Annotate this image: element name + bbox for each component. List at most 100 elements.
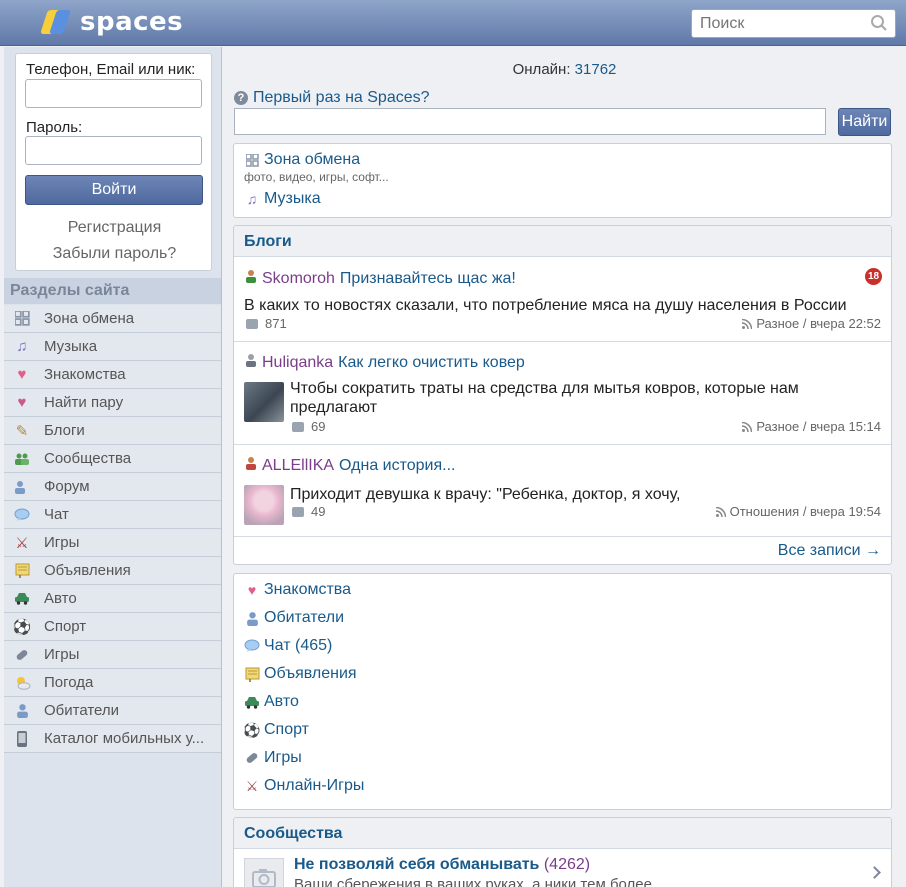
post-meta: Разное / вчера 22:52 xyxy=(742,316,881,331)
post-thumbnail[interactable] xyxy=(244,485,284,525)
sidebar-item-label: Блоги xyxy=(44,422,85,439)
grid-icon xyxy=(244,152,260,168)
section-link[interactable]: Игры xyxy=(244,749,302,767)
logo-mark-icon xyxy=(40,9,72,35)
main-search-input[interactable] xyxy=(234,108,826,135)
find-button[interactable]: Найти xyxy=(838,108,891,136)
community-name: Не позволяй себя обманывать (4262) xyxy=(294,856,590,874)
gamepad-icon xyxy=(13,646,31,664)
post-author[interactable]: ALLEllIKA xyxy=(262,457,334,475)
first-time-link[interactable]: ? Первый раз на Spaces? xyxy=(234,89,430,107)
login-field[interactable] xyxy=(25,79,202,108)
login-button[interactable]: Войти xyxy=(25,175,203,205)
sidebar-item[interactable]: Зона обмена xyxy=(4,305,221,333)
sidebar-item[interactable]: Сообщества xyxy=(4,445,221,473)
sidebar-item[interactable]: ⚽ Спорт xyxy=(4,613,221,641)
comment-icon xyxy=(292,506,304,517)
password-field[interactable] xyxy=(25,136,202,165)
sidebar-item-label: Объявления xyxy=(44,562,131,579)
user-icon xyxy=(244,353,260,372)
community-name-text[interactable]: Не позволяй себя обманывать xyxy=(294,856,539,873)
sidebar-item[interactable]: Обитатели xyxy=(4,697,221,725)
sidebar-item[interactable]: Авто xyxy=(4,585,221,613)
online-count[interactable]: 31762 xyxy=(575,61,617,78)
comment-count[interactable]: 49 xyxy=(292,504,325,519)
sidebar-item[interactable]: Чат xyxy=(4,501,221,529)
blog-post[interactable]: Huliqanka Как легко очистить ковер Чтобы… xyxy=(234,342,891,445)
spaces-logo[interactable]: spaces xyxy=(40,6,183,38)
section-link[interactable]: Обитатели xyxy=(244,609,344,627)
sidebar-item[interactable]: ♫ Музыка xyxy=(4,333,221,361)
search-icon[interactable] xyxy=(870,14,888,32)
grid-icon xyxy=(13,310,31,328)
section-link-label: Онлайн-Игры xyxy=(264,777,365,794)
exchange-card: Зона обмена фото, видео, игры, софт... ♫… xyxy=(233,143,892,218)
sidebar-item-label: Погода xyxy=(44,674,94,691)
crossed-swords-icon: ⚔ xyxy=(245,777,259,794)
sidebar-item[interactable]: Форум xyxy=(4,473,221,501)
post-meta: Разное / вчера 15:14 xyxy=(742,419,881,434)
sidebar-item[interactable]: ✎ Блоги xyxy=(4,417,221,445)
sidebar-item-label: Спорт xyxy=(44,618,87,635)
post-author[interactable]: Skomoroh xyxy=(262,270,335,288)
sidebar-item-label: Чат xyxy=(44,506,69,523)
community-count: (4262) xyxy=(543,856,591,873)
comment-count-value: 49 xyxy=(311,504,326,519)
blogs-title: Блоги xyxy=(234,226,891,257)
section-link[interactable]: Авто xyxy=(244,693,299,711)
rss-icon xyxy=(742,318,753,329)
sidebar-item-label: Игры xyxy=(44,646,80,663)
post-thumbnail[interactable] xyxy=(244,382,284,422)
section-link[interactable]: Чат (465) xyxy=(244,637,332,655)
blogs-card: Блоги Skomoroh Признавайтесь щас жа! 18 … xyxy=(233,225,892,565)
music-note-icon: ♫ xyxy=(16,338,28,355)
links-card: ♥ Знакомства Обитатели Чат (465) Объявления А… xyxy=(233,573,892,810)
sidebar-item[interactable]: ♥ Знакомства xyxy=(4,361,221,389)
exchange-subtitle: фото, видео, игры, софт... xyxy=(244,170,389,184)
post-title[interactable]: Как легко очистить ковер xyxy=(338,354,525,372)
community-desc: Ваши сбережения в ваших руках, а ники те… xyxy=(294,876,652,887)
section-link[interactable]: ⚔ Онлайн-Игры xyxy=(244,777,365,795)
sidebar-item[interactable]: Каталог мобильных у... xyxy=(4,725,221,753)
section-link-label: Авто xyxy=(264,693,299,710)
music-link[interactable]: ♫ Музыка xyxy=(244,190,321,208)
exchange-link[interactable]: Зона обмена xyxy=(244,151,360,169)
sidebar-item-label: Зона обмена xyxy=(44,310,135,327)
comment-count[interactable]: 871 xyxy=(246,316,287,331)
comment-count-value: 69 xyxy=(311,419,326,434)
sidebar-item[interactable]: ⚔ Игры xyxy=(4,529,221,557)
sidebar-item[interactable]: ♥ Найти пару xyxy=(4,389,221,417)
sidebar-item[interactable]: Погода xyxy=(4,669,221,697)
section-link[interactable]: ♥ Знакомства xyxy=(244,581,351,599)
blog-post[interactable]: ALLEllIKA Одна история... Приходит девуш… xyxy=(234,445,891,537)
sidebar-item[interactable]: Игры xyxy=(4,641,221,669)
heart-icon: ♥ xyxy=(247,582,257,598)
group-icon xyxy=(13,450,31,468)
sidebar-item[interactable]: Объявления xyxy=(4,557,221,585)
blog-post[interactable]: Skomoroh Признавайтесь щас жа! 18 В каки… xyxy=(234,258,891,342)
user-icon xyxy=(13,702,31,720)
post-excerpt: Чтобы сократить траты на средства для мы… xyxy=(290,380,799,416)
post-author[interactable]: Huliqanka xyxy=(262,354,333,372)
post-title[interactable]: Признавайтесь щас жа! xyxy=(340,270,516,288)
sidebar-nav: Зона обмена ♫ Музыка ♥ Знакомства ♥ Найти пару… xyxy=(4,305,221,753)
comment-count[interactable]: 69 xyxy=(292,419,325,434)
notice-board-icon xyxy=(244,666,260,682)
chevron-right-icon[interactable] xyxy=(868,866,881,879)
sidebar-item-label: Форум xyxy=(44,478,90,495)
music-note-icon: ♫ xyxy=(246,191,258,207)
section-link[interactable]: ⚽ Спорт xyxy=(243,721,309,739)
rss-icon xyxy=(742,421,753,432)
post-title[interactable]: Одна история... xyxy=(339,457,455,475)
user-icon xyxy=(244,456,260,475)
post-meta-text: Отношения / вчера 19:54 xyxy=(729,504,881,519)
all-posts-link[interactable]: Все записи → xyxy=(778,542,881,560)
search-input[interactable] xyxy=(691,9,896,38)
section-link[interactable]: Объявления xyxy=(244,665,357,683)
comment-count-value: 871 xyxy=(265,316,287,331)
community-item[interactable]: Не позволяй себя обманывать (4262) Ваши … xyxy=(234,850,891,887)
forgot-password-link[interactable]: Забыли пароль? xyxy=(16,245,213,263)
register-link[interactable]: Регистрация xyxy=(16,219,213,237)
post-meta-text: Разное / вчера 22:52 xyxy=(756,316,881,331)
sidebar-item-label: Игры xyxy=(44,534,80,551)
